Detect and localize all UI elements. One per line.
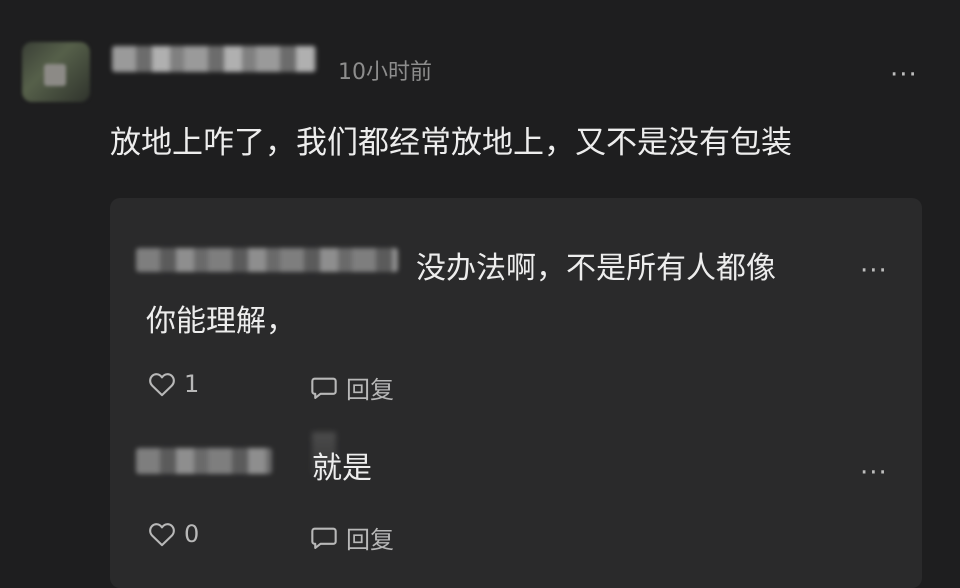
reply-username-blurred[interactable] bbox=[136, 448, 272, 474]
chat-bubble-icon bbox=[311, 527, 337, 549]
reply-button[interactable]: 回复 bbox=[310, 370, 394, 405]
reply-label: 回复 bbox=[346, 526, 394, 554]
reply-button[interactable]: 回复 bbox=[310, 520, 394, 555]
reply-text-line2: 你能理解， bbox=[146, 304, 296, 339]
reply-more-icon[interactable]: ··· bbox=[860, 258, 888, 284]
reply-text: 就是 bbox=[312, 451, 372, 486]
heart-icon bbox=[149, 373, 175, 397]
reply-label: 回复 bbox=[346, 376, 394, 404]
like-button[interactable]: 0 bbox=[148, 520, 199, 548]
avatar[interactable] bbox=[22, 42, 90, 102]
username-blurred[interactable] bbox=[112, 46, 316, 72]
chat-bubble-icon bbox=[311, 377, 337, 399]
like-button[interactable]: 1 bbox=[148, 370, 199, 398]
comment-text: 放地上咋了，我们都经常放地上，又不是没有包装 bbox=[110, 125, 792, 161]
comment-more-menu-icon[interactable]: ··· bbox=[890, 62, 918, 88]
like-count: 0 bbox=[184, 520, 200, 548]
reply-username-blurred[interactable] bbox=[136, 248, 398, 272]
like-count: 1 bbox=[184, 370, 200, 398]
reply-text-line1: 没办法啊，不是所有人都像 bbox=[416, 251, 776, 286]
heart-icon bbox=[149, 523, 175, 547]
reply-more-icon[interactable]: ··· bbox=[860, 460, 888, 486]
comment-timestamp: 10小时前 bbox=[338, 60, 432, 85]
